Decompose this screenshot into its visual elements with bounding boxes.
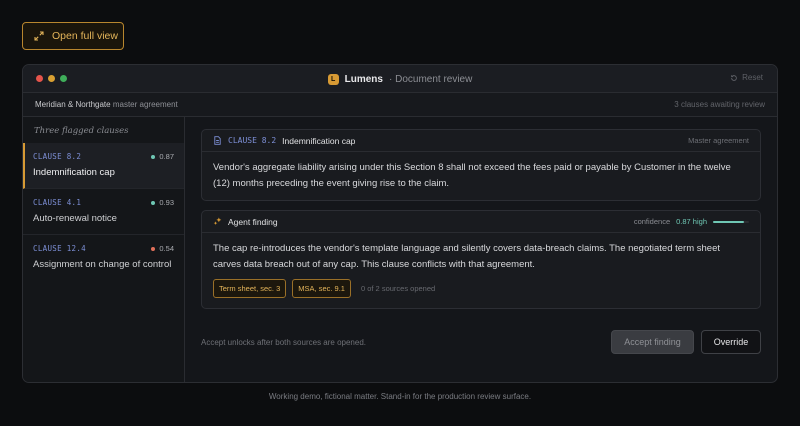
clause-id: CLAUSE 4.1 [33,198,82,207]
reset-button[interactable]: Reset [730,73,763,82]
open-full-view-button[interactable]: Open full view [22,22,124,50]
sidebar-heading: Three flagged clauses [34,126,129,136]
override-button[interactable]: Override [701,330,761,354]
score-dot-icon [151,200,156,205]
finding-text: The cap re-introduces the vendor's templ… [213,243,721,270]
action-row: Accept unlocks after both sources are op… [201,330,761,354]
clause-score: 0.93 [151,198,174,207]
finding-card-header: Agent finding confidence 0.87 high [202,211,760,233]
clause-text: Vendor's aggregate liability arising und… [213,162,731,189]
clause-item-12-4[interactable]: CLAUSE 12.4 0.54 Assignment on change of… [23,235,184,281]
confidence-meter: confidence 0.87 high [634,217,749,226]
confidence-bar-fill [713,220,745,223]
accept-finding-button[interactable]: Accept finding [611,330,694,354]
reset-icon [731,74,737,81]
source-chip-term-sheet[interactable]: Term sheet, sec. 3 [213,279,287,298]
clause-id: CLAUSE 8.2 [33,152,82,161]
expand-icon [34,31,44,41]
source-links: Term sheet, sec. 3 MSA, sec. 9.1 0 of 2 … [202,279,760,308]
score-dot-icon [151,154,156,159]
app-logo: L [327,73,339,85]
clause-score-value: 0.54 [159,244,174,253]
clause-item-8-2[interactable]: CLAUSE 8.2 0.87 Indemnification cap [23,143,184,189]
app-subtitle: · Document review [388,73,473,85]
document-icon [214,136,221,145]
sources-opened-count: 0 of 2 sources opened [360,284,436,293]
clause-sidebar: Three flagged clauses CLAUSE 8.2 0.87 In… [23,117,185,382]
clause-card-header: CLAUSE 8.2 Indemnification cap Master ag… [202,130,760,152]
clause-score: 0.54 [151,244,174,253]
clause-score-value: 0.87 [159,152,174,161]
finding-label: Agent finding [228,216,278,227]
open-full-view-label: Open full view [52,30,118,42]
clause-item-4-1[interactable]: CLAUSE 4.1 0.93 Auto-renewal notice [23,189,184,235]
confidence-bar [713,220,749,223]
clause-title: Auto-renewal notice [33,213,117,224]
document-tag: Master agreement [688,136,749,145]
card-clause-id: CLAUSE 8.2 [228,136,277,145]
confidence-value: 0.87 high [676,217,707,226]
matter-name: Meridian & Northgate [35,100,111,109]
clause-title: Indemnification cap [33,167,115,178]
reset-label: Reset [742,73,763,82]
clause-title: Assignment on change of control [33,259,172,270]
score-dot-icon [151,246,156,251]
app-name: Lumens [344,73,383,85]
awaiting-count: 3 clauses awaiting review [674,100,765,109]
sparkle-icon [213,217,222,225]
accept-hint: Accept unlocks after both sources are op… [201,337,366,347]
card-clause-name: Indemnification cap [282,135,356,146]
clause-card: CLAUSE 8.2 Indemnification cap Master ag… [201,129,761,201]
matter-title: Meridian & Northgate master agreement [35,100,178,109]
confidence-label: confidence [633,217,671,226]
window-title: L Lumens · Document review [23,65,777,93]
source-chip-msa[interactable]: MSA, sec. 9.1 [292,279,351,298]
window-titlebar: L Lumens · Document review Reset [23,65,777,93]
clause-score: 0.87 [151,152,174,161]
matter-bar: Meridian & Northgate master agreement 3 … [23,93,777,117]
clause-id: CLAUSE 12.4 [33,244,86,253]
page-caption: Working demo, fictional matter. Stand-in… [268,392,532,401]
review-panel: CLAUSE 8.2 Indemnification cap Master ag… [185,117,777,382]
matter-suffix: master agreement [112,100,178,109]
app-window: L Lumens · Document review Reset Meridia… [22,64,778,383]
clause-score-value: 0.93 [159,198,174,207]
finding-card: Agent finding confidence 0.87 high The c… [201,210,761,309]
